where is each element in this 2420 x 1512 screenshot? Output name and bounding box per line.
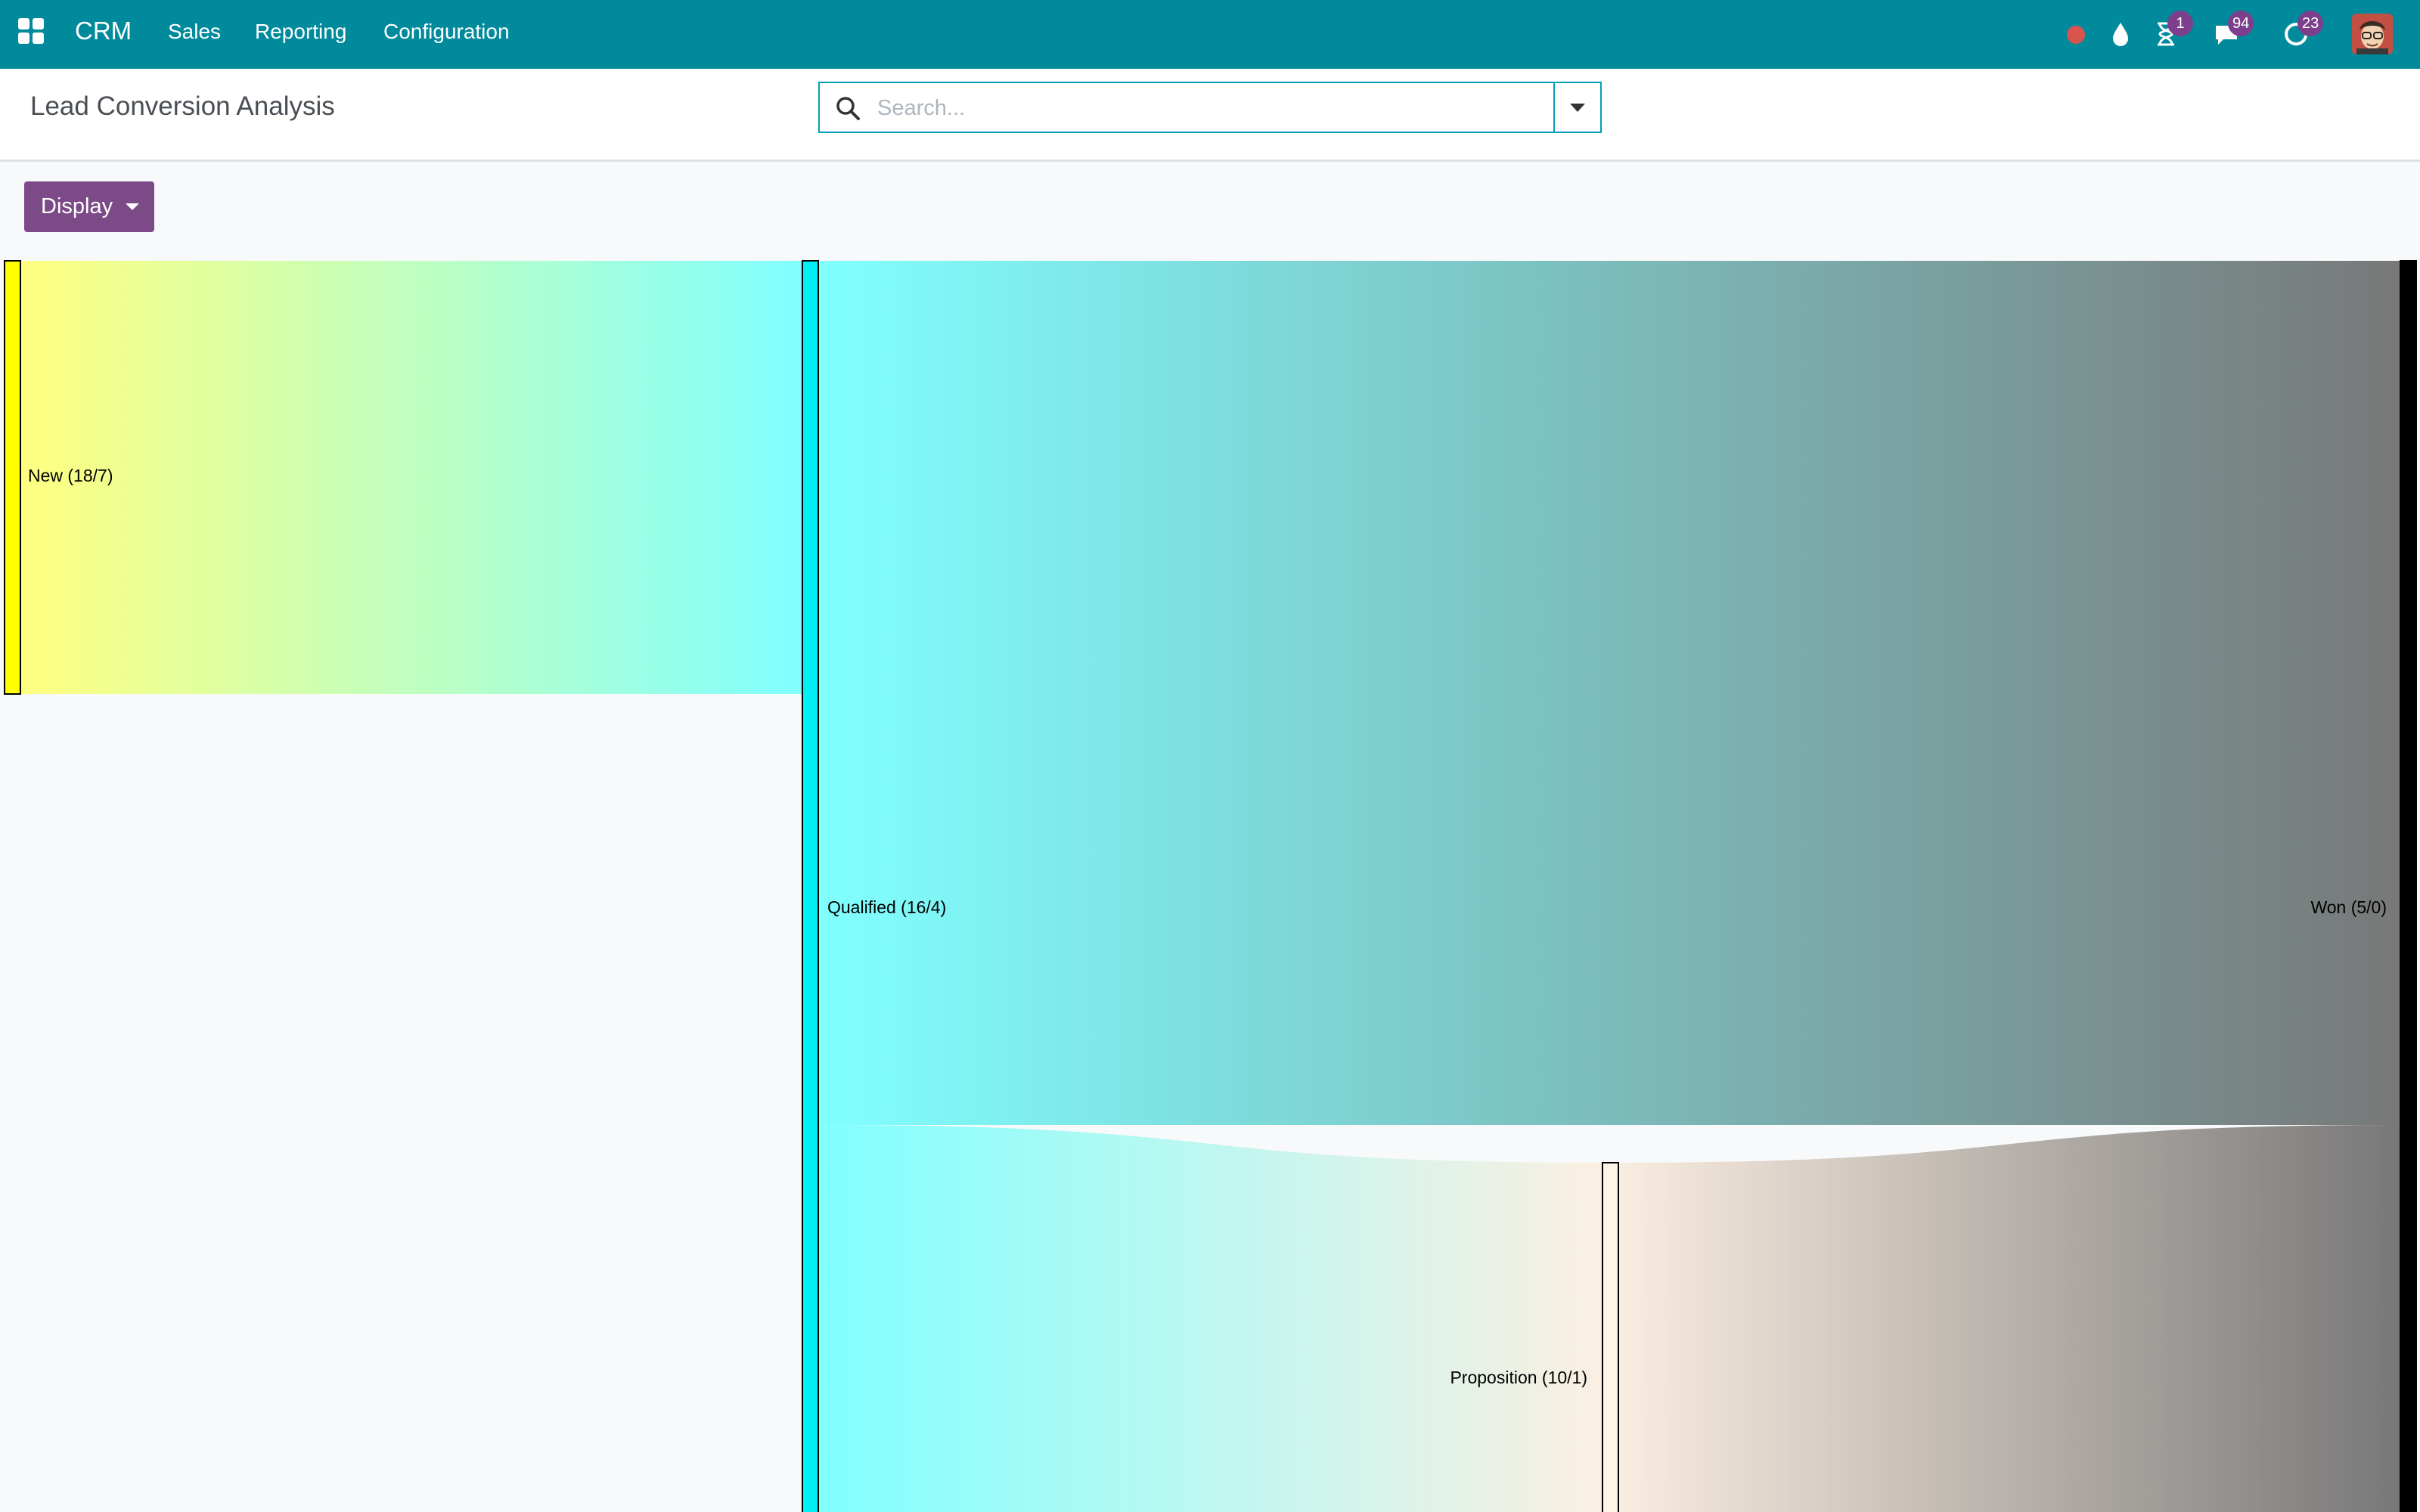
avatar-icon [2352,14,2393,54]
menu-configuration[interactable]: Configuration [383,20,510,44]
node-label-new: New (18/7) [28,466,113,485]
activities-badge: 1 [2167,11,2193,36]
apps-grid-icon[interactable] [18,18,47,47]
sankey-chart: New (18/7) Qualified (16/4) Proposition … [4,260,2417,1512]
updates-button[interactable]: 23 [2281,11,2324,50]
activities-button[interactable]: 1 [2151,11,2193,50]
drop-icon [2113,23,2128,46]
display-button-label: Display [41,194,113,218]
menu-sales[interactable]: Sales [168,20,221,44]
node-label-qualified: Qualified (16/4) [827,897,946,917]
recording-indicator[interactable] [2063,17,2096,50]
caret-down-icon [126,203,139,210]
messages-button[interactable]: 94 [2211,11,2254,50]
link-new-qualified[interactable] [21,261,802,694]
search-options-toggle[interactable] [1553,83,1600,132]
node-proposition[interactable] [1602,1162,1619,1512]
search-icon [836,97,860,120]
drop-button[interactable] [2105,17,2139,50]
link-qualified-proposition[interactable] [819,1125,1602,1512]
updates-badge: 23 [2297,11,2324,36]
display-button[interactable]: Display [24,181,154,232]
node-won[interactable] [2400,260,2417,1512]
link-proposition-won[interactable] [1619,1125,2400,1512]
search-box [818,82,1602,133]
menu-reporting[interactable]: Reporting [255,20,346,44]
page-title: Lead Conversion Analysis [30,91,335,121]
caret-down-icon [1570,104,1585,112]
node-new[interactable] [4,260,21,695]
search-input[interactable] [876,91,1582,125]
node-label-proposition: Proposition (10/1) [1450,1368,1587,1387]
node-label-won: Won (5/0) [2310,897,2387,917]
top-navbar: CRM Sales Reporting Configuration 1 94 2… [0,0,2420,69]
messages-badge: 94 [2228,11,2254,36]
link-qualified-won[interactable] [819,261,2400,1125]
user-avatar[interactable] [2352,14,2393,54]
node-qualified[interactable] [802,260,819,1512]
control-panel: Lead Conversion Analysis [0,69,2420,162]
app-brand-crm[interactable]: CRM [75,17,132,45]
red-dot-icon [2067,26,2085,44]
